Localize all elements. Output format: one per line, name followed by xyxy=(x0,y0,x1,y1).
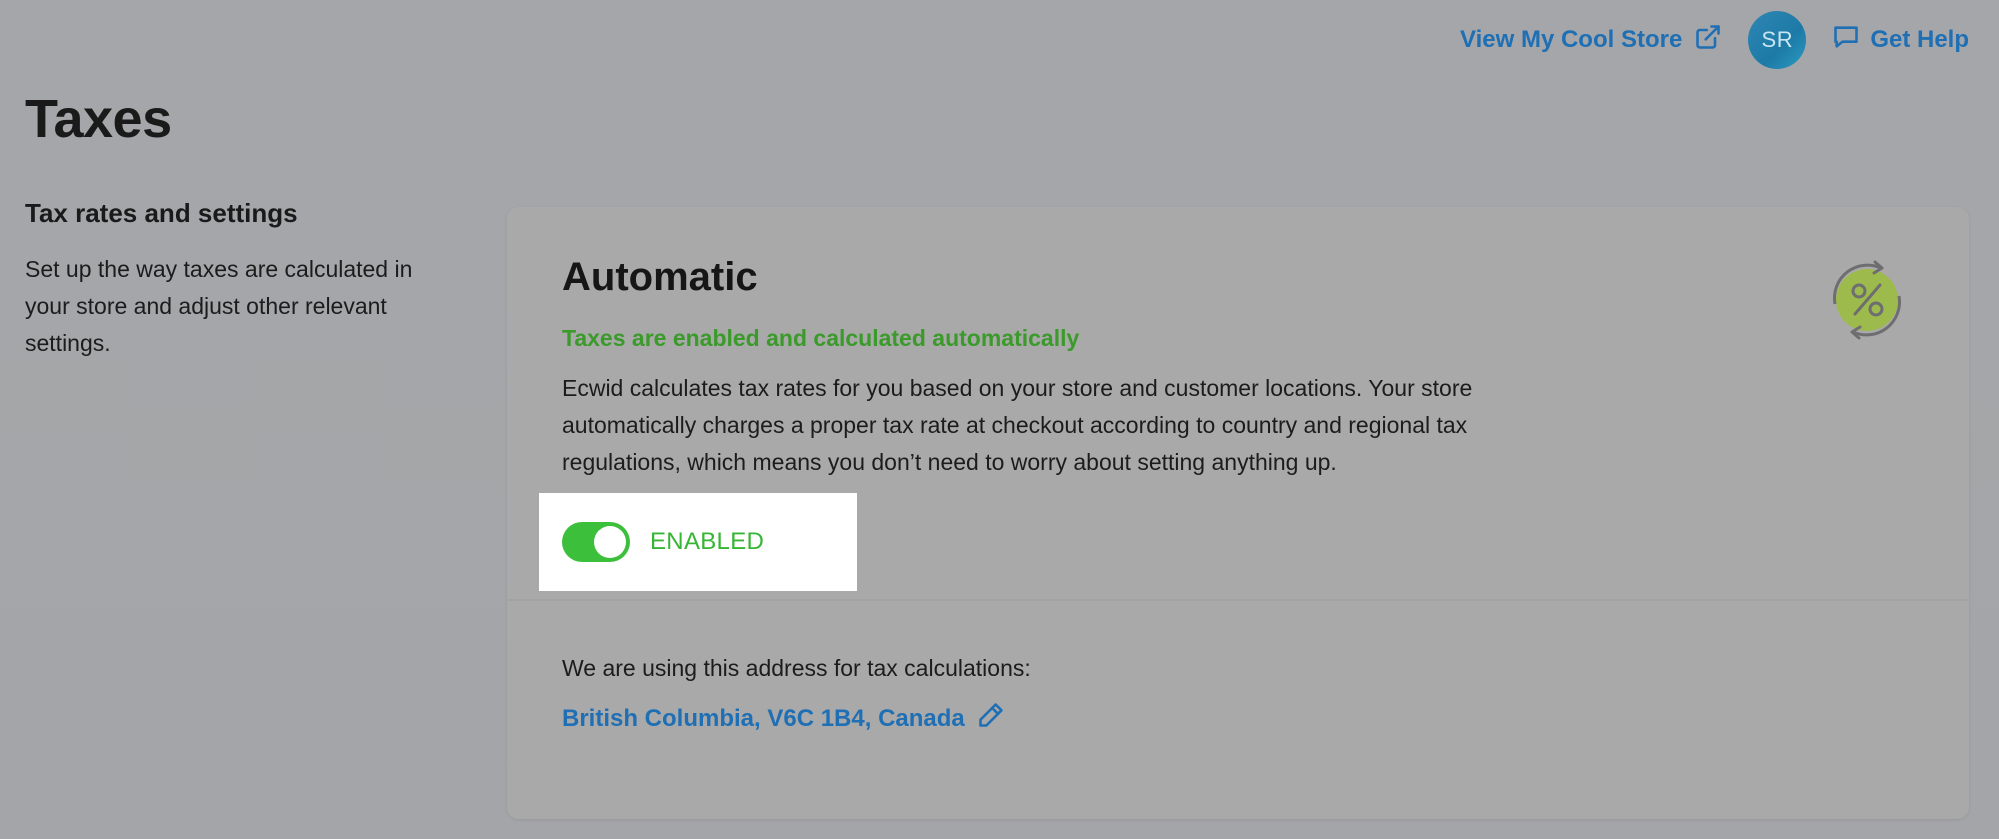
page-title: Taxes xyxy=(25,89,172,149)
card-description: Ecwid calculates tax rates for you based… xyxy=(562,375,1473,475)
card-divider xyxy=(507,599,1969,601)
avatar[interactable]: SR xyxy=(1748,11,1807,69)
auto-tax-toggle[interactable] xyxy=(562,522,630,562)
get-help-link[interactable]: Get Help xyxy=(1832,23,1969,58)
get-help-label: Get Help xyxy=(1870,26,1969,53)
avatar-initials: SR xyxy=(1761,27,1794,52)
section-text: Set up the way taxes are calculated in y… xyxy=(25,256,413,356)
toggle-label: ENABLED xyxy=(650,528,765,555)
section-description: Tax rates and settings Set up the way ta… xyxy=(25,198,455,362)
pencil-icon xyxy=(977,701,1005,736)
tax-address-link[interactable]: British Columbia, V6C 1B4, Canada xyxy=(562,701,1005,736)
toggle-highlight: ENABLED xyxy=(539,493,857,591)
address-caption: We are using this address for tax calcul… xyxy=(562,655,1031,681)
top-bar: View My Cool Store SR Get Help xyxy=(1460,11,1969,69)
card-main-section: Automatic Taxes are enabled and calculat… xyxy=(507,207,1969,599)
percent-refresh-icon xyxy=(1821,252,1913,348)
chat-bubble-icon xyxy=(1832,23,1860,58)
external-link-icon xyxy=(1694,23,1722,58)
view-store-link[interactable]: View My Cool Store xyxy=(1460,23,1722,58)
view-store-label: View My Cool Store xyxy=(1460,26,1683,53)
toggle-knob xyxy=(594,526,626,558)
card-title: Automatic xyxy=(562,255,758,299)
status-message: Taxes are enabled and calculated automat… xyxy=(562,325,1080,351)
automatic-tax-card: Automatic Taxes are enabled and calculat… xyxy=(507,207,1969,819)
tax-address-value: British Columbia, V6C 1B4, Canada xyxy=(562,704,965,732)
section-heading: Tax rates and settings xyxy=(25,198,298,228)
